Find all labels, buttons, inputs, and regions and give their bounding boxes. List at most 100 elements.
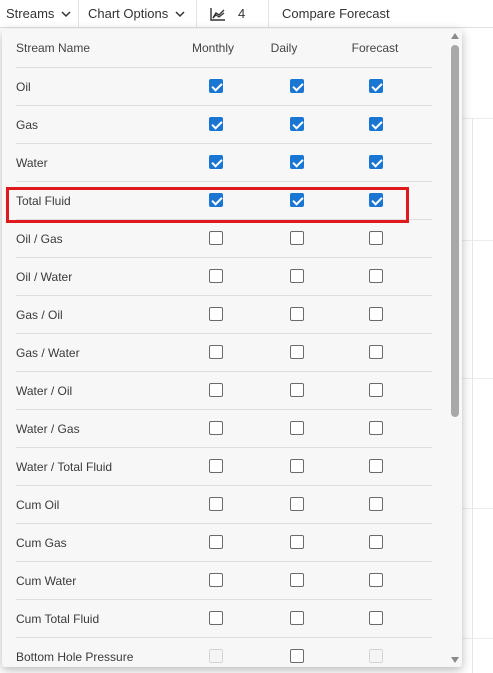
chart-options-dropdown-button[interactable]: Chart Options: [88, 0, 186, 28]
stream-name: Gas / Oil: [16, 308, 63, 322]
stream-name: Cum Total Fluid: [16, 612, 100, 626]
daily-checkbox[interactable]: [290, 155, 304, 169]
monthly-checkbox[interactable]: [209, 345, 223, 359]
series-count-button[interactable]: 4: [210, 0, 245, 28]
daily-checkbox[interactable]: [290, 535, 304, 549]
stream-row: Gas / Water: [16, 333, 432, 371]
monthly-checkbox[interactable]: [209, 611, 223, 625]
monthly-checkbox[interactable]: [209, 155, 223, 169]
monthly-checkbox[interactable]: [209, 383, 223, 397]
forecast-checkbox: [369, 649, 383, 663]
chart-options-label: Chart Options: [88, 6, 169, 21]
daily-checkbox[interactable]: [290, 573, 304, 587]
forecast-checkbox[interactable]: [369, 383, 383, 397]
stream-row: Cum Gas: [16, 523, 432, 561]
forecast-checkbox[interactable]: [369, 535, 383, 549]
forecast-checkbox[interactable]: [369, 611, 383, 625]
daily-checkbox[interactable]: [290, 421, 304, 435]
monthly-checkbox[interactable]: [209, 117, 223, 131]
stream-row: Water / Oil: [16, 371, 432, 409]
monthly-checkbox[interactable]: [209, 79, 223, 93]
monthly-checkbox[interactable]: [209, 535, 223, 549]
stream-row: Gas: [16, 105, 432, 143]
forecast-checkbox[interactable]: [369, 345, 383, 359]
daily-checkbox[interactable]: [290, 459, 304, 473]
stream-name: Oil: [16, 80, 31, 94]
toolbar-divider: [78, 0, 79, 28]
stream-name: Water: [16, 156, 48, 170]
grid-line: [472, 118, 473, 673]
monthly-checkbox[interactable]: [209, 193, 223, 207]
streams-label: Streams: [6, 6, 55, 21]
stream-name: Gas: [16, 118, 39, 132]
daily-checkbox[interactable]: [290, 307, 304, 321]
column-header-daily: Daily: [270, 41, 298, 55]
stream-row: Cum Water: [16, 561, 432, 599]
daily-checkbox[interactable]: [290, 231, 304, 245]
stream-table-header: Stream Name Monthly Daily Forecast: [2, 29, 448, 67]
streams-dropdown-panel: Stream Name Monthly Daily Forecast Oil Ga…: [2, 29, 462, 667]
scrollbar-thumb[interactable]: [451, 45, 459, 417]
stream-name: Water / Gas: [16, 422, 80, 436]
column-header-forecast: Forecast: [351, 41, 399, 55]
daily-checkbox[interactable]: [290, 345, 304, 359]
forecast-checkbox[interactable]: [369, 269, 383, 283]
forecast-checkbox[interactable]: [369, 421, 383, 435]
daily-checkbox[interactable]: [290, 193, 304, 207]
daily-checkbox[interactable]: [290, 649, 304, 663]
daily-checkbox[interactable]: [290, 383, 304, 397]
daily-checkbox[interactable]: [290, 611, 304, 625]
compare-forecast-label: Compare Forecast: [282, 6, 390, 21]
chevron-down-icon: [61, 10, 71, 17]
monthly-checkbox[interactable]: [209, 307, 223, 321]
stream-row: Oil / Gas: [16, 219, 432, 257]
stream-row: Water: [16, 143, 432, 181]
forecast-checkbox[interactable]: [369, 117, 383, 131]
forecast-checkbox[interactable]: [369, 307, 383, 321]
stream-row: Oil / Water: [16, 257, 432, 295]
stream-row: Total Fluid: [16, 181, 432, 219]
monthly-checkbox[interactable]: [209, 421, 223, 435]
streams-dropdown-button[interactable]: Streams: [6, 0, 72, 28]
forecast-checkbox[interactable]: [369, 497, 383, 511]
stream-name: Water / Total Fluid: [16, 460, 113, 474]
daily-checkbox[interactable]: [290, 497, 304, 511]
forecast-checkbox[interactable]: [369, 193, 383, 207]
stream-name: Gas / Water: [16, 346, 80, 360]
panel-scrollbar[interactable]: [448, 29, 462, 667]
stream-row: Water / Total Fluid: [16, 447, 432, 485]
daily-checkbox[interactable]: [290, 117, 304, 131]
chevron-down-icon: [175, 10, 185, 17]
stream-name: Cum Oil: [16, 498, 60, 512]
compare-forecast-button[interactable]: Compare Forecast: [282, 0, 390, 28]
daily-checkbox[interactable]: [290, 269, 304, 283]
scroll-down-arrow-icon[interactable]: [451, 657, 459, 663]
column-header-stream-name: Stream Name: [16, 41, 91, 55]
stream-name: Bottom Hole Pressure: [16, 650, 134, 664]
column-header-monthly: Monthly: [191, 41, 235, 55]
daily-checkbox[interactable]: [290, 79, 304, 93]
stream-name: Oil / Gas: [16, 232, 63, 246]
stream-row: Bottom Hole Pressure: [16, 637, 432, 667]
monthly-checkbox[interactable]: [209, 269, 223, 283]
forecast-checkbox[interactable]: [369, 231, 383, 245]
monthly-checkbox[interactable]: [209, 459, 223, 473]
stream-name: Total Fluid: [16, 194, 71, 208]
monthly-checkbox[interactable]: [209, 573, 223, 587]
forecast-checkbox[interactable]: [369, 573, 383, 587]
forecast-checkbox[interactable]: [369, 459, 383, 473]
stream-row: Water / Gas: [16, 409, 432, 447]
scroll-up-arrow-icon[interactable]: [451, 33, 459, 39]
forecast-checkbox[interactable]: [369, 155, 383, 169]
monthly-checkbox[interactable]: [209, 231, 223, 245]
stream-row: Cum Oil: [16, 485, 432, 523]
series-count: 4: [238, 6, 246, 21]
forecast-checkbox[interactable]: [369, 79, 383, 93]
stream-name: Cum Gas: [16, 536, 67, 550]
toolbar-divider: [268, 0, 269, 28]
stream-row: Cum Total Fluid: [16, 599, 432, 637]
stream-row: Oil: [16, 67, 432, 105]
monthly-checkbox[interactable]: [209, 497, 223, 511]
stream-row: Gas / Oil: [16, 295, 432, 333]
stream-name: Water / Oil: [16, 384, 73, 398]
